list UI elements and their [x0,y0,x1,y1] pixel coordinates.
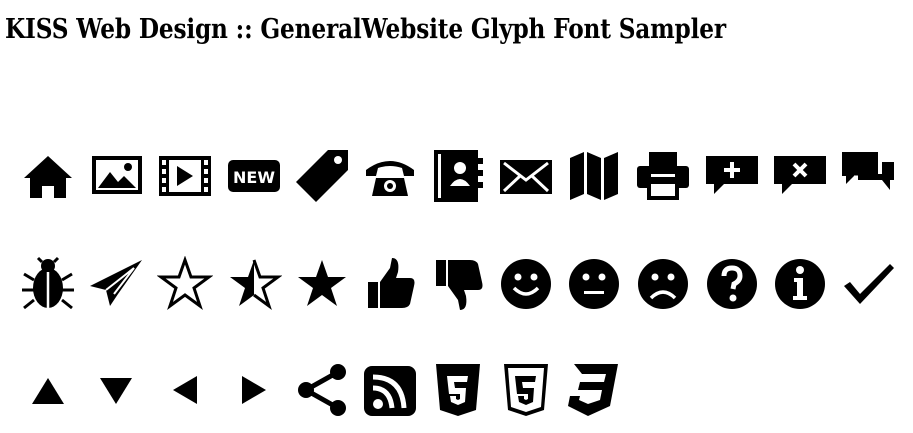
phone-icon [362,148,418,204]
paper-plane-icon [88,256,144,312]
arrow-right-icon [226,362,282,418]
home-icon [20,148,76,204]
glyph-row-1: NEW [0,148,913,208]
page-title: KISS Web Design :: GeneralWebsite Glyph … [5,14,726,45]
mail-icon [498,148,554,204]
image-icon [88,148,144,204]
arrow-down-icon [88,362,144,418]
bug-icon [20,256,76,312]
css3-icon [566,362,622,418]
thumbs-down-icon [430,256,486,312]
video-icon [157,148,213,204]
neutral-face-icon [566,256,622,312]
printer-icon [635,148,691,204]
comments-icon [840,148,896,204]
tag-icon [294,148,350,204]
checkmark-icon [840,256,896,312]
smile-icon [498,256,554,312]
new-badge-icon: NEW [226,148,282,204]
html5-outline-icon [498,362,554,418]
comment-add-icon [704,148,760,204]
arrow-left-icon [157,362,213,418]
star-half-icon [226,256,282,312]
map-icon [566,148,622,204]
share-icon [294,362,350,418]
star-full-icon [294,256,350,312]
question-icon [704,256,760,312]
new-badge-label: NEW [233,168,275,187]
html5-icon [430,362,486,418]
thumbs-up-icon [362,256,418,312]
rss-icon [362,362,418,418]
frown-icon [635,256,691,312]
arrow-up-icon [20,362,76,418]
glyph-row-2 [0,256,913,316]
address-book-icon [430,148,486,204]
info-icon [772,256,828,312]
comment-remove-icon [772,148,828,204]
glyph-row-3 [0,362,913,422]
star-empty-icon [157,256,213,312]
